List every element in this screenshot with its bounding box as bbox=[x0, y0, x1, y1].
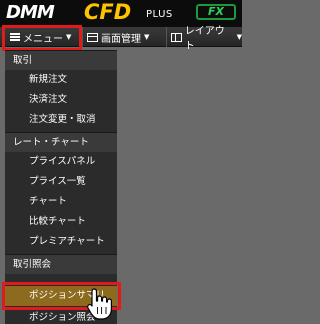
cfd-logo: CFD bbox=[84, 0, 132, 24]
section-header-trade-inquiry: 取引照会 bbox=[5, 254, 117, 274]
menu-item-price-list[interactable]: プライス一覧 bbox=[5, 172, 117, 192]
hand-pointer-icon bbox=[87, 288, 112, 320]
chevron-down-icon: ▼ bbox=[144, 33, 150, 41]
menu-item-order-change-cancel[interactable]: 注文変更・取消 bbox=[5, 110, 117, 130]
menu-item-chart[interactable]: チャート bbox=[5, 192, 117, 212]
section-header-rate-chart: レート・チャート bbox=[5, 132, 117, 152]
menu-item-settlement-order[interactable]: 決済注文 bbox=[5, 90, 117, 110]
section-header-trade: 取引 bbox=[5, 50, 117, 70]
window-icon bbox=[87, 32, 98, 42]
menu-item-comparison-chart[interactable]: 比較チャート bbox=[5, 212, 117, 232]
menu-item-premier-chart[interactable]: プレミアチャート bbox=[5, 232, 117, 252]
menu-item-price-panel[interactable]: プライスパネル bbox=[5, 152, 117, 172]
dmm-logo: DMM bbox=[6, 2, 55, 23]
layout-label: レイアウト bbox=[184, 26, 225, 52]
menu-item-new-order[interactable]: 新規注文 bbox=[5, 70, 117, 90]
chevron-down-icon: ▼ bbox=[236, 33, 242, 41]
layout-icon bbox=[171, 32, 182, 42]
screen-management-label: 画面管理 bbox=[101, 33, 141, 45]
fx-badge: FX bbox=[196, 4, 236, 20]
layout-button[interactable]: レイアウト ▼ bbox=[166, 26, 242, 52]
screen-management-button[interactable]: 画面管理 ▼ bbox=[82, 27, 162, 47]
plus-logo: PLUS bbox=[146, 9, 173, 20]
menu-highlight-box bbox=[2, 25, 82, 51]
